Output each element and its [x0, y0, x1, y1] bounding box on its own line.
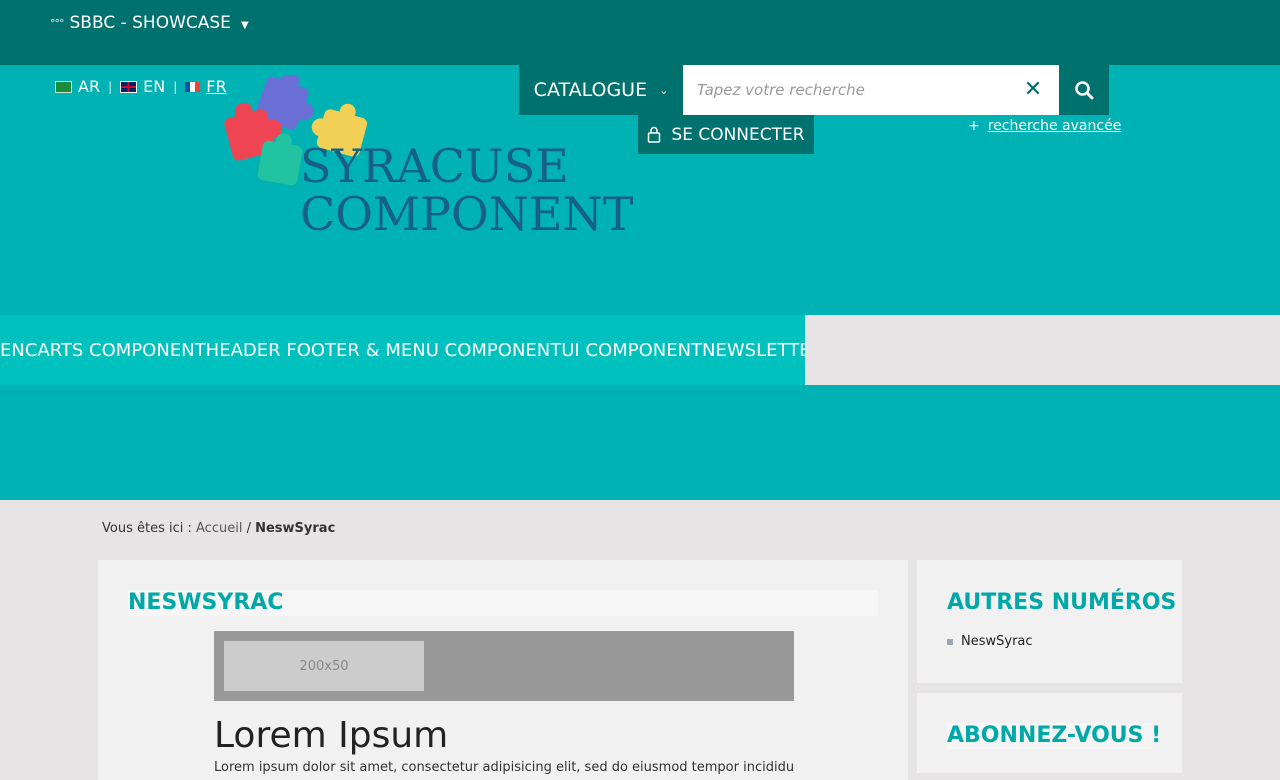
main-nav: ENCARTS COMPONENT HEADER FOOTER & MENU C…: [0, 315, 805, 385]
title-bar: NESWSYRAC: [128, 590, 878, 616]
nav-item-header-footer-menu[interactable]: HEADER FOOTER & MENU COMPONENT: [206, 340, 562, 361]
flag-fr-icon: [185, 81, 201, 92]
flag-sa-icon: [55, 80, 72, 93]
flag-gb-icon: [120, 80, 138, 93]
search-box: ✕: [683, 65, 1059, 115]
header-band: [0, 385, 1280, 500]
dots-icon: °°°: [50, 16, 64, 30]
site-name: SBBC - SHOWCASE: [69, 13, 231, 33]
catalogue-label: CATALOGUE: [533, 79, 648, 101]
caret-down-icon: ▼: [240, 19, 249, 31]
banner-placeholder: 200x50: [224, 641, 424, 691]
advanced-search-label: recherche avancée: [987, 118, 1122, 134]
lang-en-label: EN: [143, 77, 166, 96]
list-item-label: NeswSyrac: [961, 634, 1033, 649]
bullet-icon: [947, 638, 953, 645]
search-button[interactable]: [1059, 65, 1109, 115]
subscribe-card: ABONNEZ-VOUS !: [917, 693, 1182, 773]
logo-line-2: COMPONENT: [300, 187, 634, 241]
login-button[interactable]: SE CONNECTER: [638, 115, 814, 154]
nav-item-ui[interactable]: UI COMPONENT: [561, 340, 702, 361]
login-label: SE CONNECTER: [671, 124, 805, 145]
nav-item-encarts[interactable]: ENCARTS COMPONENT: [0, 340, 206, 361]
breadcrumb-current: NeswSyrac: [255, 521, 336, 536]
list-item[interactable]: NeswSyrac: [947, 634, 1033, 649]
banner-image: 200x50: [214, 631, 794, 701]
article-title: Lorem Ipsum: [214, 715, 449, 756]
main-content: NESWSYRAC 200x50 Lorem Ipsum Lorem ipsum…: [98, 560, 908, 780]
advanced-search-link[interactable]: + recherche avancée: [968, 118, 1121, 134]
separator: |: [173, 79, 178, 94]
separator: |: [108, 79, 113, 94]
site-switcher[interactable]: °°° SBBC - SHOWCASE ▼: [50, 12, 249, 34]
page-title: NESWSYRAC: [128, 590, 284, 615]
nav-item-newsletter[interactable]: NEWSLETTER: [702, 340, 805, 361]
lang-ar[interactable]: AR: [55, 77, 100, 96]
breadcrumb-separator: /: [246, 521, 251, 536]
breadcrumb-prefix: Vous êtes ici :: [102, 521, 192, 536]
subscribe-title: ABONNEZ-VOUS !: [947, 723, 1162, 748]
header: AR | EN | FR SYRACUSE COMPONENT CATALOGU…: [0, 65, 1280, 315]
catalogue-dropdown[interactable]: CATALOGUE ⌄: [519, 65, 683, 115]
lang-ar-label: AR: [78, 77, 101, 96]
language-selector: AR | EN | FR: [55, 77, 227, 96]
close-icon[interactable]: ✕: [1021, 78, 1045, 102]
search-input[interactable]: [683, 65, 1027, 115]
top-bar: °°° SBBC - SHOWCASE ▼: [0, 0, 1280, 65]
logo-line-1: SYRACUSE: [300, 139, 569, 193]
other-issues-title: AUTRES NUMÉROS: [947, 590, 1177, 615]
lang-en[interactable]: EN: [120, 77, 165, 96]
search-icon: [1075, 81, 1094, 100]
breadcrumb-home-link[interactable]: Accueil: [196, 521, 242, 536]
plus-icon: +: [968, 118, 980, 134]
other-issues-card: AUTRES NUMÉROS NeswSyrac: [917, 560, 1182, 683]
lock-icon: [648, 126, 661, 143]
breadcrumb: Vous êtes ici : Accueil / NeswSyrac: [102, 521, 335, 536]
chevron-down-icon: ⌄: [659, 83, 669, 97]
nav-filler: [805, 315, 1280, 385]
